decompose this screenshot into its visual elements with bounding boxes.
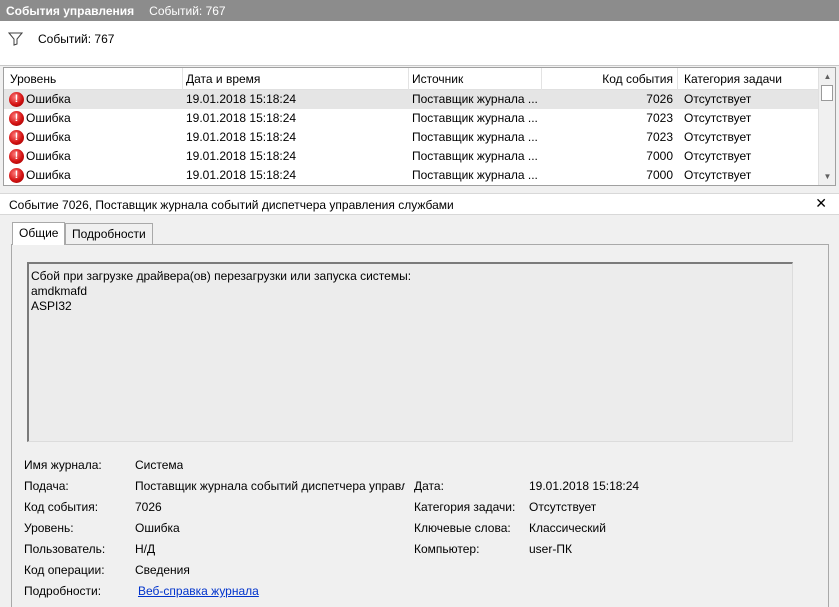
cell-level: Ошибка — [26, 168, 71, 182]
table-row[interactable]: ! Ошибка 19.01.2018 15:18:24 Поставщик ж… — [4, 147, 818, 166]
event-detail-title: Событие 7026, Поставщик журнала событий … — [9, 198, 454, 212]
cell-code: 7000 — [646, 168, 673, 182]
title-event-count: Событий: 767 — [149, 3, 226, 18]
error-icon: ! — [9, 92, 24, 107]
cell-code: 7023 — [646, 130, 673, 144]
cell-category: Отсутствует — [684, 130, 752, 144]
cell-code: 7023 — [646, 111, 673, 125]
prop-label-computer: Компьютер: — [414, 542, 480, 556]
table-row[interactable]: ! Ошибка 19.01.2018 15:18:24 Поставщик ж… — [4, 109, 818, 128]
cell-datetime: 19.01.2018 15:18:24 — [186, 168, 297, 182]
close-icon[interactable]: ✕ — [815, 195, 827, 212]
prop-value-log: Система — [135, 458, 184, 472]
event-detail-pane: Общие Подробности Сбой при загрузке драй… — [0, 215, 839, 607]
table-row[interactable]: ! Ошибка 19.01.2018 15:18:24 Поставщик ж… — [4, 166, 818, 185]
cell-code: 7000 — [646, 149, 673, 163]
column-header-code[interactable]: Код события — [542, 68, 678, 90]
prop-value-level: Ошибка — [135, 521, 180, 535]
cell-datetime: 19.01.2018 15:18:24 — [186, 111, 297, 125]
cell-category: Отсутствует — [684, 168, 752, 182]
scrollbar-thumb[interactable] — [821, 85, 833, 101]
prop-value-date: 19.01.2018 15:18:24 — [529, 479, 640, 493]
table-rows: ! Ошибка 19.01.2018 15:18:24 Поставщик ж… — [4, 90, 818, 185]
error-icon: ! — [9, 130, 24, 145]
filter-event-count: Событий: 767 — [38, 32, 115, 46]
cell-source: Поставщик журнала ... — [412, 111, 538, 125]
error-icon: ! — [9, 111, 24, 126]
tab-general[interactable]: Общие — [12, 222, 66, 245]
cell-datetime: 19.01.2018 15:18:24 — [186, 92, 297, 106]
cell-datetime: 19.01.2018 15:18:24 — [186, 130, 297, 144]
web-help-link[interactable]: Веб-справка журнала — [138, 584, 259, 598]
table-row[interactable]: ! Ошибка 19.01.2018 15:18:24 Поставщик ж… — [4, 90, 818, 109]
prop-label-opcode: Код операции: — [24, 563, 105, 577]
event-detail-header: Событие 7026, Поставщик журнала событий … — [0, 193, 839, 215]
prop-value-source: Поставщик журнала событий диспетчера упр… — [135, 479, 405, 493]
tab-details[interactable]: Подробности — [65, 223, 153, 245]
prop-value-computer: user-ПК — [529, 542, 572, 556]
prop-value-opcode: Сведения — [135, 563, 190, 577]
scroll-down-arrow-icon[interactable]: ▼ — [819, 168, 835, 185]
cell-source: Поставщик журнала ... — [412, 130, 538, 144]
cell-category: Отсутствует — [684, 149, 752, 163]
prop-label-log: Имя журнала: — [24, 458, 102, 472]
cell-level: Ошибка — [26, 130, 71, 144]
cell-source: Поставщик журнала ... — [412, 168, 538, 182]
error-icon: ! — [9, 168, 24, 183]
prop-value-user: Н/Д — [135, 542, 156, 556]
cell-category: Отсутствует — [684, 92, 752, 106]
column-header-datetime[interactable]: Дата и время — [183, 68, 409, 90]
cell-level: Ошибка — [26, 92, 71, 106]
prop-label-keywords: Ключевые слова: — [414, 521, 511, 535]
cell-level: Ошибка — [26, 111, 71, 125]
cell-source: Поставщик журнала ... — [412, 92, 538, 106]
title-bar: События управления Событий: 767 — [0, 0, 839, 21]
table-row[interactable]: ! Ошибка 19.01.2018 15:18:24 Поставщик ж… — [4, 128, 818, 147]
column-header-level[interactable]: Уровень — [4, 68, 183, 90]
prop-label-user: Пользователь: — [24, 542, 106, 556]
prop-label-level: Уровень: — [24, 521, 74, 535]
events-table[interactable]: Уровень Дата и время Источник Код событи… — [3, 67, 836, 186]
cell-source: Поставщик журнала ... — [412, 149, 538, 163]
error-icon: ! — [9, 149, 24, 164]
prop-value-code: 7026 — [135, 500, 162, 514]
cell-code: 7026 — [646, 92, 673, 106]
cell-level: Ошибка — [26, 149, 71, 163]
prop-label-details: Подробности: — [24, 584, 102, 598]
cell-category: Отсутствует — [684, 111, 752, 125]
column-header-source[interactable]: Источник — [409, 68, 542, 90]
scroll-up-arrow-icon[interactable]: ▲ — [819, 68, 835, 85]
tab-panel-general: Сбой при загрузке драйвера(ов) перезагру… — [11, 244, 829, 607]
prop-value-keywords: Классический — [529, 521, 606, 535]
event-description[interactable]: Сбой при загрузке драйвера(ов) перезагру… — [27, 262, 793, 442]
prop-label-source: Подача: — [24, 479, 69, 493]
window-title: События управления — [6, 3, 135, 18]
filter-bar: Событий: 767 — [0, 21, 839, 66]
vertical-scrollbar[interactable]: ▲ ▼ — [818, 68, 835, 185]
column-header-category[interactable]: Категория задачи — [678, 68, 818, 90]
filter-icon[interactable] — [8, 32, 23, 46]
prop-label-category: Категория задачи: — [414, 500, 516, 514]
prop-value-category: Отсутствует — [529, 500, 597, 514]
prop-label-code: Код события: — [24, 500, 99, 514]
table-header: Уровень Дата и время Источник Код событи… — [4, 68, 818, 90]
prop-label-date: Дата: — [414, 479, 444, 493]
cell-datetime: 19.01.2018 15:18:24 — [186, 149, 297, 163]
